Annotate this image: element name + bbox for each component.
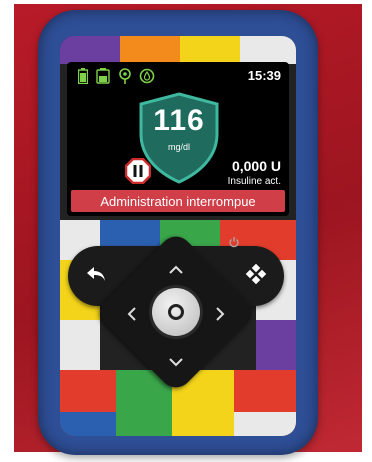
alert-banner: Administration interrompue — [71, 190, 285, 212]
select-circle-icon — [168, 304, 184, 320]
active-insulin-label: Insuline act. — [227, 176, 281, 187]
color-tile — [180, 36, 240, 64]
chevron-left-icon — [127, 307, 136, 321]
photo-border — [362, 0, 372, 462]
control-pad — [68, 229, 284, 402]
sensor-icon — [139, 68, 155, 84]
chevron-down-icon — [169, 358, 183, 367]
clock: 15:39 — [247, 68, 281, 83]
up-button[interactable] — [164, 258, 188, 282]
back-arrow-icon — [87, 267, 105, 281]
photo-border — [0, 0, 372, 4]
pause-icon — [125, 158, 151, 184]
battery-icon — [75, 68, 91, 84]
reservoir-icon — [95, 68, 111, 84]
down-button[interactable] — [164, 350, 188, 374]
left-button[interactable] — [120, 302, 144, 326]
chevron-right-icon — [216, 307, 225, 321]
color-tile — [240, 36, 296, 64]
chevron-up-icon — [169, 265, 183, 274]
select-button[interactable] — [152, 288, 200, 336]
connection-icon — [117, 68, 133, 84]
glucose-unit: mg/dl — [167, 142, 190, 152]
power-icon — [229, 237, 239, 248]
active-insulin-value: 0,000 U — [231, 158, 281, 174]
color-tile — [120, 36, 180, 64]
menu-button[interactable] — [234, 252, 278, 296]
pump-screen: 15:39 116 mg/dl 0,000 U Insuline act. Ad… — [67, 62, 289, 216]
back-button[interactable] — [74, 252, 118, 296]
alert-banner-text: Administration interrompue — [100, 193, 256, 209]
color-tile — [234, 412, 296, 436]
right-button[interactable] — [208, 302, 232, 326]
menu-diamond-icon — [246, 264, 266, 284]
color-tile — [60, 36, 120, 64]
color-tile — [60, 412, 116, 436]
glucose-value: 116 — [153, 104, 205, 137]
photo-border — [0, 0, 14, 462]
status-bar: 15:39 — [67, 66, 289, 86]
